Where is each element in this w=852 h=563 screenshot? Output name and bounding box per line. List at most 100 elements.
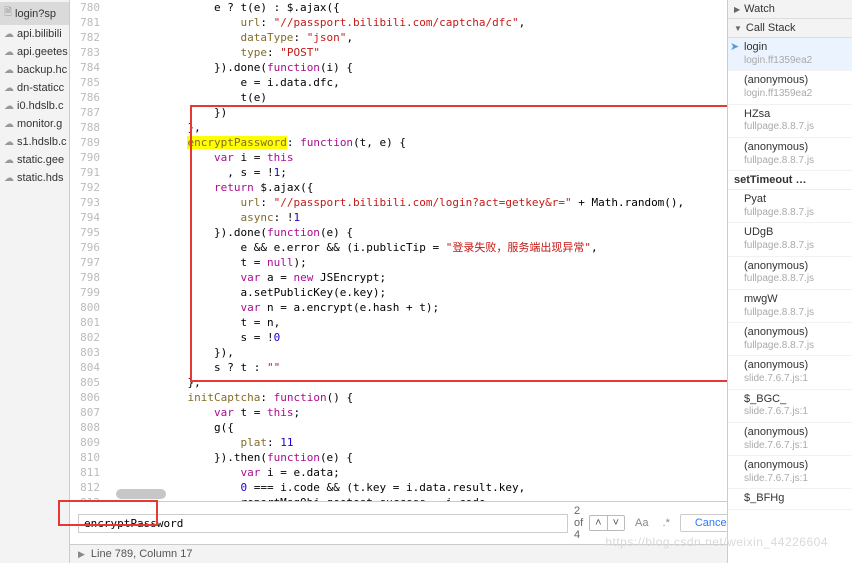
file-tree: 🗎login?sp☁api.bilibili☁api.geetes☁backup… xyxy=(0,0,70,563)
cloud-icon: ☁ xyxy=(4,47,14,58)
chevron-right-icon: ▶ xyxy=(734,5,740,14)
stack-frame-location: login.ff1359ea2 xyxy=(744,55,848,68)
code-line[interactable]: t(e) xyxy=(108,90,727,105)
find-input[interactable] xyxy=(78,514,568,533)
file-name: api.bilibili xyxy=(17,28,62,40)
code-line[interactable]: }, xyxy=(108,120,727,135)
watch-panel-header[interactable]: ▶ Watch xyxy=(728,0,852,19)
file-item[interactable]: ☁api.geetes xyxy=(0,43,69,61)
stack-frame[interactable]: HZsafullpage.8.8.7.js xyxy=(728,105,852,138)
code-line[interactable]: s ? t : "" xyxy=(108,360,727,375)
file-item[interactable]: ☁api.bilibili xyxy=(0,25,69,43)
stack-frame[interactable]: (anonymous)login.ff1359ea2 xyxy=(728,71,852,104)
chevron-down-icon: ▼ xyxy=(734,24,742,33)
code-line[interactable]: }).then(function(e) { xyxy=(108,450,727,465)
stack-frame[interactable]: ➤loginlogin.ff1359ea2 xyxy=(728,38,852,71)
code-line[interactable]: , s = !1; xyxy=(108,165,727,180)
code-line[interactable]: url: "//passport.bilibili.com/captcha/df… xyxy=(108,15,727,30)
code-line[interactable]: async: !1 xyxy=(108,210,727,225)
file-item[interactable]: ☁backup.hc xyxy=(0,61,69,79)
code-content[interactable]: e ? t(e) : $.ajax({ url: "//passport.bil… xyxy=(108,0,727,501)
file-item[interactable]: ☁static.gee xyxy=(0,151,69,169)
cloud-icon: ☁ xyxy=(4,101,14,112)
stack-frame-name: (anonymous) xyxy=(744,326,848,340)
cloud-icon: ☁ xyxy=(4,29,14,40)
cloud-icon: ☁ xyxy=(4,173,14,184)
file-item[interactable]: ☁monitor.g xyxy=(0,115,69,133)
file-name: login?sp xyxy=(15,8,56,20)
stack-frame-location: fullpage.8.8.7.js xyxy=(744,340,848,353)
code-line[interactable]: }, xyxy=(108,375,727,390)
code-line[interactable]: type: "POST" xyxy=(108,45,727,60)
stack-frame-location: fullpage.8.8.7.js xyxy=(744,273,848,286)
debugger-panel: ▶ Watch ▼ Call Stack ➤loginlogin.ff1359e… xyxy=(727,0,852,563)
code-line[interactable]: var a = new JSEncrypt; xyxy=(108,270,727,285)
code-line[interactable]: return $.ajax({ xyxy=(108,180,727,195)
code-line[interactable]: dataType: "json", xyxy=(108,30,727,45)
code-line[interactable]: plat: 11 xyxy=(108,435,727,450)
file-item[interactable]: ☁dn-staticc xyxy=(0,79,69,97)
code-line[interactable]: encryptPassword: function(t, e) { xyxy=(108,135,727,150)
stack-frame[interactable]: (anonymous)fullpage.8.8.7.js xyxy=(728,323,852,356)
stack-frame[interactable]: $_BFHg xyxy=(728,489,852,510)
stack-frame[interactable]: (anonymous)slide.7.6.7.js:1 xyxy=(728,423,852,456)
code-line[interactable]: e ? t(e) : $.ajax({ xyxy=(108,0,727,15)
file-name: s1.hdslb.c xyxy=(17,136,67,148)
stack-frame-name: (anonymous) xyxy=(744,260,848,274)
code-line[interactable]: }).done(function(i) { xyxy=(108,60,727,75)
code-line[interactable]: var i = e.data; xyxy=(108,465,727,480)
file-item[interactable]: ☁s1.hdslb.c xyxy=(0,133,69,151)
stack-frame-name: login xyxy=(744,41,848,55)
code-line[interactable]: var i = this xyxy=(108,150,727,165)
stack-frame-location: fullpage.8.8.7.js xyxy=(744,207,848,220)
stack-frame-location: slide.7.6.7.js:1 xyxy=(744,440,848,453)
code-line[interactable]: initCaptcha: function() { xyxy=(108,390,727,405)
horizontal-scrollbar[interactable] xyxy=(110,489,727,501)
code-line[interactable]: var t = this; xyxy=(108,405,727,420)
stack-frame-name: (anonymous) xyxy=(744,141,848,155)
code-line[interactable]: url: "//passport.bilibili.com/login?act=… xyxy=(108,195,727,210)
stack-frame[interactable]: (anonymous)slide.7.6.7.js:1 xyxy=(728,356,852,389)
line-gutter: 7807817827837847857867877887897907917927… xyxy=(70,0,108,501)
find-prev-button[interactable]: ˄ xyxy=(590,516,607,530)
file-name: monitor.g xyxy=(17,118,62,130)
stack-frame[interactable]: mwgWfullpage.8.8.7.js xyxy=(728,290,852,323)
code-line[interactable]: t = n, xyxy=(108,315,727,330)
find-next-button[interactable]: ˅ xyxy=(608,516,624,530)
regex-toggle[interactable]: .* xyxy=(659,515,674,531)
stack-frame[interactable]: (anonymous)fullpage.8.8.7.js xyxy=(728,257,852,290)
code-line[interactable]: g({ xyxy=(108,420,727,435)
stack-frame[interactable]: (anonymous)fullpage.8.8.7.js xyxy=(728,138,852,171)
file-item[interactable]: ☁static.hds xyxy=(0,169,69,187)
cursor-position: Line 789, Column 17 xyxy=(91,548,193,560)
file-item[interactable]: ☁i0.hdslb.c xyxy=(0,97,69,115)
code-line[interactable]: }) xyxy=(108,105,727,120)
case-sensitive-toggle[interactable]: Aa xyxy=(631,515,652,531)
code-editor[interactable]: 7807817827837847857867877887897907917927… xyxy=(70,0,727,501)
cancel-button[interactable]: Cancel xyxy=(680,514,727,532)
callstack-label: Call Stack xyxy=(746,22,796,34)
stack-frame-name: mwgW xyxy=(744,293,848,307)
file-name: backup.hc xyxy=(17,64,67,76)
chevron-right-icon: ▶ xyxy=(78,549,85,560)
code-line[interactable]: }), xyxy=(108,345,727,360)
code-line[interactable]: e && e.error && (i.publicTip = "登录失败，服务端… xyxy=(108,240,727,255)
stack-frame[interactable]: UDgBfullpage.8.8.7.js xyxy=(728,223,852,256)
stack-frame-name: (anonymous) xyxy=(744,74,848,88)
code-line[interactable]: var n = a.encrypt(e.hash + t); xyxy=(108,300,727,315)
file-item[interactable]: 🗎login?sp xyxy=(0,2,69,25)
stack-frame[interactable]: $_BGC_slide.7.6.7.js:1 xyxy=(728,390,852,423)
code-line[interactable]: t = null); xyxy=(108,255,727,270)
code-line[interactable]: e = i.data.dfc, xyxy=(108,75,727,90)
code-line[interactable]: s = !0 xyxy=(108,330,727,345)
code-line[interactable]: a.setPublicKey(e.key); xyxy=(108,285,727,300)
stack-frame-location: fullpage.8.8.7.js xyxy=(744,155,848,168)
stack-frame[interactable]: (anonymous)slide.7.6.7.js:1 xyxy=(728,456,852,489)
code-line[interactable]: }).done(function(e) { xyxy=(108,225,727,240)
file-name: static.hds xyxy=(17,172,63,184)
stack-frame[interactable]: Pyatfullpage.8.8.7.js xyxy=(728,190,852,223)
file-name: i0.hdslb.c xyxy=(17,100,63,112)
stack-frame-name: Pyat xyxy=(744,193,848,207)
callstack-panel-header[interactable]: ▼ Call Stack xyxy=(728,19,852,38)
stack-frame-name: HZsa xyxy=(744,108,848,122)
